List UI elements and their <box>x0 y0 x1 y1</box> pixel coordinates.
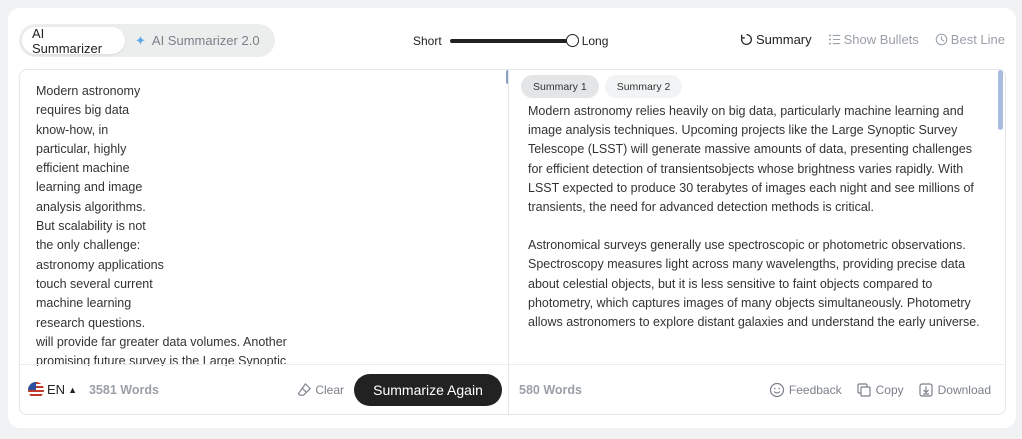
download-label: Download <box>937 382 991 397</box>
us-flag-icon <box>28 381 44 398</box>
length-slider-thumb[interactable] <box>565 34 579 47</box>
output-mode-buttons: Summary Show Bullets Best Line <box>740 32 1005 47</box>
input-panel: Modern astronomy requires big data know-… <box>19 69 510 415</box>
show-bullets-button[interactable]: Show Bullets <box>828 32 919 47</box>
tab-ai-summarizer[interactable]: AI Summarizer <box>22 25 125 56</box>
summary-mode-button[interactable]: Summary <box>740 32 812 47</box>
tab-ai-summarizer-label: AI Summarizer <box>32 25 103 56</box>
output-footer: 580 Words Feedback Copy Download <box>509 364 1005 414</box>
clock-icon <box>935 33 948 46</box>
language-label: EN <box>47 382 66 397</box>
clear-label: Clear <box>315 382 344 397</box>
summary-paragraph: Astronomical surveys generally use spect… <box>528 238 980 330</box>
output-tools: Feedback Copy Download <box>769 382 991 398</box>
best-line-button[interactable]: Best Line <box>935 32 1005 47</box>
tab-summary-1[interactable]: Summary 1 <box>521 75 599 98</box>
output-scrollbar[interactable] <box>998 70 1003 130</box>
download-icon <box>919 382 933 397</box>
eraser-icon <box>297 383 312 396</box>
input-textarea[interactable]: Modern astronomy requires big data know-… <box>36 82 506 366</box>
length-control: Short Long <box>413 32 608 50</box>
copy-button[interactable]: Copy <box>856 382 904 398</box>
length-short-label: Short <box>413 34 442 48</box>
summary-mode-label: Summary <box>756 32 812 47</box>
summary-output: Modern astronomy relies heavily on big d… <box>528 102 988 364</box>
tab-ai-summarizer-2[interactable]: ✦ AI Summarizer 2.0 <box>125 27 270 54</box>
clear-button[interactable]: Clear <box>297 382 344 397</box>
bullet-list-icon <box>828 34 840 45</box>
smiley-icon <box>769 382 785 397</box>
copy-label: Copy <box>875 382 904 397</box>
copy-icon <box>857 382 871 397</box>
tab-summary-2[interactable]: Summary 2 <box>604 75 683 98</box>
summarize-again-button[interactable]: Summarize Again <box>354 373 502 406</box>
summary-icon <box>741 34 752 45</box>
best-line-label: Best Line <box>950 32 1005 47</box>
input-footer: EN ▲ 3581 Words Clear Summarize Again <box>20 364 508 414</box>
output-panel: Summary 1 Summary 2 Modern astronomy rel… <box>508 69 1006 415</box>
show-bullets-label: Show Bullets <box>843 32 919 47</box>
length-long-label: Long <box>581 34 609 48</box>
sparkle-icon: ✦ <box>135 32 146 48</box>
input-word-count: 3581 Words <box>88 382 159 397</box>
summarizer-mode-switch: AI Summarizer ✦ AI Summarizer 2.0 <box>19 24 275 57</box>
caret-up-icon: ▲ <box>68 384 77 395</box>
tab-ai-summarizer-2-label: AI Summarizer 2.0 <box>151 33 260 48</box>
language-selector[interactable]: EN ▲ <box>28 381 77 398</box>
summary-tabs: Summary 1 Summary 2 <box>521 75 683 98</box>
output-word-count: 580 Words <box>519 382 582 397</box>
feedback-button[interactable]: Feedback <box>769 382 842 398</box>
length-slider[interactable] <box>449 34 579 47</box>
feedback-label: Feedback <box>788 382 842 397</box>
download-button[interactable]: Download <box>918 382 991 398</box>
summary-paragraph: Modern astronomy relies heavily on big d… <box>528 104 974 215</box>
